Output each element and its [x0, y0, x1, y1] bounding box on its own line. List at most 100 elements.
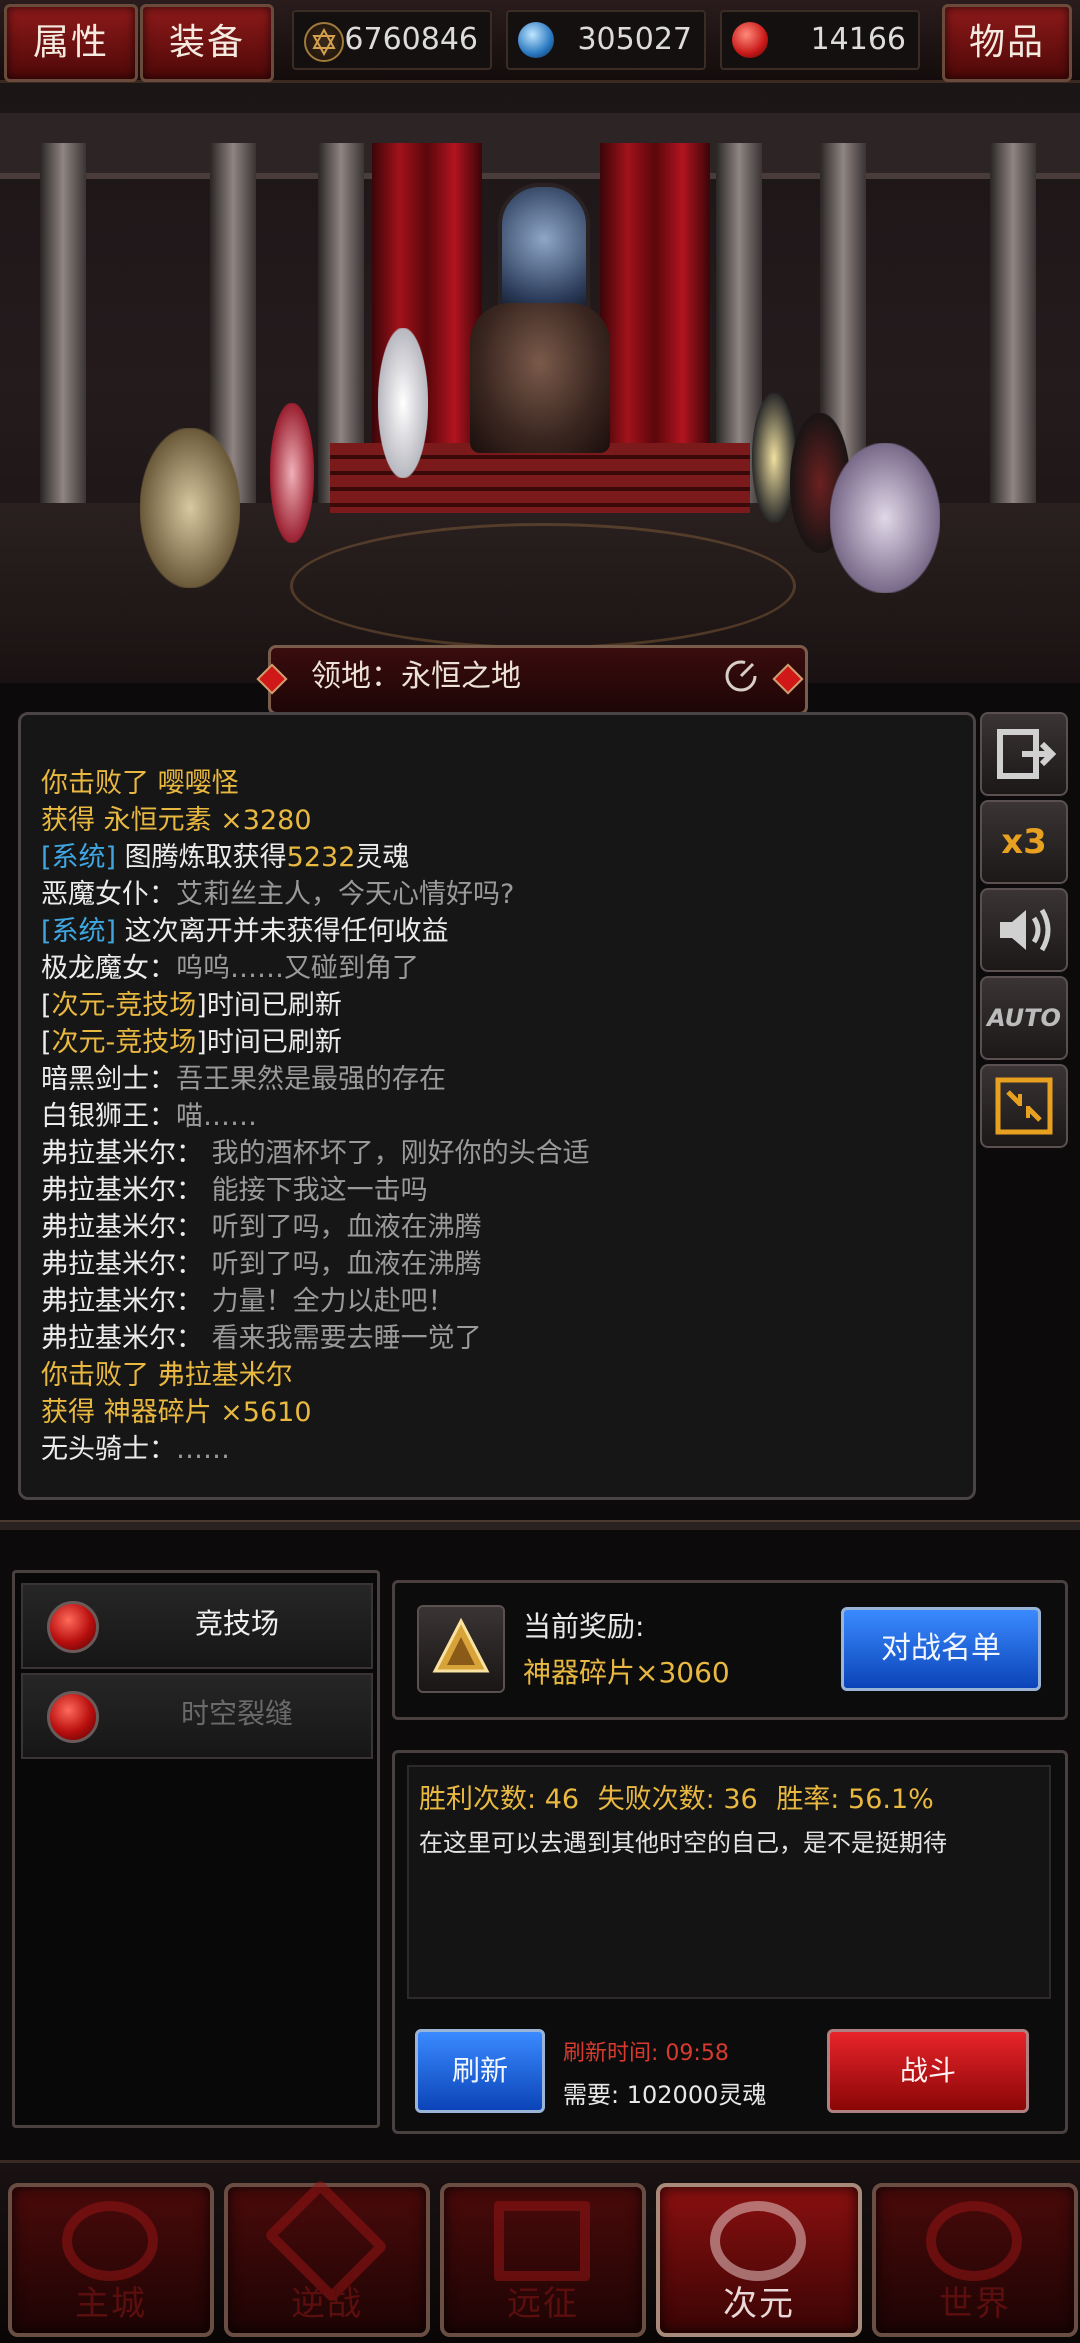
log-segment: 看来我需要去睡一觉了 — [203, 1323, 482, 1354]
log-segment: 弗拉基米尔： — [41, 1323, 203, 1354]
section-divider — [0, 1520, 1080, 1530]
artifact-shard-icon — [432, 1617, 490, 1673]
log-segment: 呜呜……又碰到角了 — [176, 953, 419, 984]
sound-button[interactable] — [980, 888, 1068, 972]
log-segment: ]时间已刷新 — [196, 1027, 342, 1058]
auto-button[interactable]: AUTO — [980, 976, 1068, 1060]
log-segment: [系统] — [41, 842, 117, 873]
collapse-icon — [995, 1077, 1053, 1135]
soul-value: 14166 — [810, 22, 906, 57]
log-segment: 弗拉基米尔： — [41, 1249, 203, 1280]
win-rate-value: 56.1% — [848, 1784, 934, 1815]
pillar — [990, 143, 1036, 543]
refresh-time-value: 09:58 — [665, 2041, 729, 2066]
log-line: [次元-竞技场]时间已刷新 — [41, 1024, 342, 1061]
resource-gold: 6760846 — [292, 10, 492, 70]
log-line: 弗拉基米尔： 我的酒杯坏了，刚好你的头合适 — [41, 1135, 590, 1172]
log-segment: 获得 永恒元素 ×3280 — [41, 805, 312, 836]
tab-items[interactable]: 物品 — [942, 4, 1072, 82]
stats-line: 胜利次数: 46 失败次数: 36 胜率: 56.1% — [419, 1777, 934, 1816]
nav-label: 世界 — [939, 2284, 1011, 2324]
log-segment: 这次离开并未获得任何收益 — [116, 916, 449, 947]
cost-value: 102000灵魂 — [626, 2081, 767, 2109]
log-segment: [ — [41, 990, 52, 1021]
mode-menu: 竞技场 时空裂缝 — [12, 1570, 380, 2128]
menu-item-label: 时空裂缝 — [180, 1697, 293, 1730]
speaker-icon — [1000, 908, 1051, 952]
refresh-time: 刷新时间: 09:58 — [563, 2035, 729, 2067]
log-segment: 你击败了 弗拉基米尔 — [41, 1360, 293, 1391]
nav-label: 逆战 — [291, 2284, 363, 2324]
log-segment: 弗拉基米尔： — [41, 1175, 203, 1206]
log-segment: [系统] — [41, 916, 117, 947]
log-line: 暗黑剑士：吾王果然是最强的存在 — [41, 1061, 446, 1098]
nav-main-city[interactable]: 主城 — [8, 2183, 214, 2337]
log-segment: 弗拉基米尔： — [41, 1138, 203, 1169]
log-segment: 弗拉基米尔： — [41, 1286, 203, 1317]
log-segment: 艾莉丝主人，今天心情好吗? — [176, 879, 515, 910]
diamond-ornament — [772, 663, 804, 695]
fight-button[interactable]: 战斗 — [827, 2029, 1029, 2113]
menu-item-arena[interactable]: 竞技场 — [21, 1583, 373, 1669]
nav-counter-battle[interactable]: 逆战 — [224, 2178, 430, 2337]
nav-dimension[interactable]: 次元 — [656, 2183, 862, 2337]
log-segment: 次元-竞技场 — [51, 990, 197, 1021]
refresh-time-label: 刷新时间: — [563, 2041, 659, 2066]
log-segment: 能接下我这一击吗 — [203, 1175, 428, 1206]
log-segment: 力量！全力以赴吧！ — [203, 1286, 455, 1317]
log-line: 弗拉基米尔： 听到了吗，血液在沸腾 — [41, 1246, 482, 1283]
nav-label: 次元 — [723, 2284, 795, 2324]
losses-value: 36 — [723, 1784, 758, 1815]
collapse-button[interactable] — [980, 1064, 1068, 1148]
log-segment: 暗黑剑士： — [41, 1064, 176, 1095]
cost-label: 需要: — [563, 2081, 620, 2109]
log-segment: ]时间已刷新 — [196, 990, 342, 1021]
log-segment: 获得 神器碎片 ×5610 — [41, 1397, 312, 1428]
log-segment: [ — [41, 1027, 52, 1058]
stained-window — [498, 183, 590, 321]
reward-value: 神器碎片×3060 — [523, 1656, 730, 1689]
gold-value: 6760846 — [344, 22, 478, 57]
log-line: 你击败了 弗拉基米尔 — [41, 1357, 293, 1394]
log-line: [系统] 图腾炼取获得5232灵魂 — [41, 839, 409, 876]
nav-expedition[interactable]: 远征 — [440, 2183, 646, 2337]
reward-title: 当前奖励: — [523, 1610, 645, 1643]
refresh-cost: 需要: 102000灵魂 — [563, 2075, 766, 2110]
battle-log[interactable]: 你击败了 嘤嘤怪 获得 永恒元素 ×3280 [系统] 图腾炼取获得5232灵魂 恶魔… — [18, 712, 976, 1500]
wins-value: 46 — [544, 1784, 580, 1815]
sun-gear-icon — [62, 2201, 158, 2281]
floor-sigil — [290, 523, 796, 649]
menu-item-rift[interactable]: 时空裂缝 — [21, 1673, 373, 1759]
reward-icon — [417, 1605, 505, 1693]
log-segment: 5232 — [286, 842, 356, 873]
rift-icon — [710, 2201, 806, 2281]
refresh-button[interactable]: 刷新 — [415, 2029, 545, 2113]
log-line: 恶魔女仆：艾莉丝主人，今天心情好吗? — [41, 876, 514, 913]
log-segment: 极龙魔女： — [41, 953, 176, 984]
exit-icon — [997, 729, 1057, 779]
pillar — [40, 143, 86, 543]
tab-attributes[interactable]: 属性 — [4, 4, 138, 82]
log-segment: 听到了吗，血液在沸腾 — [203, 1249, 482, 1280]
log-line: 获得 神器碎片 ×5610 — [41, 1394, 312, 1431]
refresh-icon[interactable] — [723, 658, 759, 694]
speed-button[interactable]: x3 — [980, 800, 1068, 884]
silver-lion-king — [830, 443, 940, 593]
tab-equipment[interactable]: 装备 — [140, 4, 274, 82]
log-line: 白银狮王：喵…… — [41, 1098, 257, 1135]
red-orb-icon — [47, 1601, 99, 1653]
nav-label: 远征 — [507, 2284, 579, 2324]
nav-world[interactable]: 世界 — [872, 2183, 1078, 2337]
log-line: 无头骑士：…… — [41, 1431, 230, 1468]
exit-button[interactable] — [980, 712, 1068, 796]
log-segment: 恶魔女仆： — [41, 879, 176, 910]
log-line: 获得 永恒元素 ×3280 — [41, 802, 312, 839]
log-line: 弗拉基米尔： 看来我需要去睡一觉了 — [41, 1320, 482, 1357]
losses-label: 失败次数: — [597, 1784, 715, 1815]
log-segment: 听到了吗，血液在沸腾 — [203, 1212, 482, 1243]
roster-button[interactable]: 对战名单 — [841, 1607, 1041, 1691]
top-bar: 属性 装备 6760846 305027 14166 物品 — [0, 0, 1080, 83]
menu-item-label: 竞技场 — [194, 1607, 279, 1640]
log-segment: 图腾炼取获得 — [116, 842, 287, 873]
log-segment: 弗拉基米尔： — [41, 1212, 203, 1243]
